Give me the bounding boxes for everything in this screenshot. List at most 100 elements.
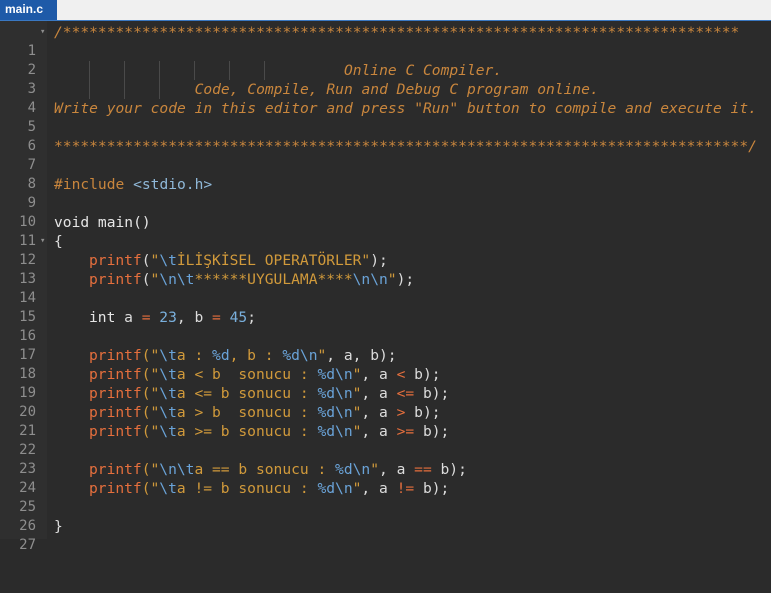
escape-sequence: \t (159, 423, 177, 440)
function-name: printf (89, 347, 142, 364)
code-line: 17 (0, 327, 771, 363)
tab-bar: main.c (0, 0, 771, 21)
type-keyword: int (89, 309, 116, 326)
escape-sequence: \n (299, 347, 318, 364)
printf-statement: printf("\tİLİŞKİSEL OPERATÖRLER"); (89, 251, 388, 270)
comment-text: Online C Compiler. (54, 62, 503, 79)
string-literal: ******UYGULAMA**** (194, 271, 353, 288)
paren-quote: (" (141, 366, 160, 383)
code-line: 14 printf("\n\t******UYGULAMA****\n\n"); (0, 270, 771, 306)
format-specifier: %d (317, 480, 336, 497)
function-name: printf (89, 271, 142, 288)
arguments: , a (361, 366, 397, 383)
escape-sequence: \t (159, 347, 177, 364)
escape-sequence: \t (159, 252, 177, 269)
arguments: , a (361, 404, 397, 421)
identifier: a (115, 309, 142, 326)
operator: = (212, 309, 221, 326)
arguments: , a (361, 385, 397, 402)
arguments: b); (431, 461, 467, 478)
escape-sequence: \n (335, 480, 353, 497)
code-line: 11 void main() (0, 213, 771, 249)
code-line: 9 #include <stdio.h> (0, 175, 771, 211)
printf-statement: printf("\ta <= b sonucu : %d\n", a <= b)… (89, 384, 449, 403)
escape-sequence: \t (159, 385, 177, 402)
quote: " (387, 271, 397, 288)
format-specifier: %d (212, 347, 230, 364)
string-literal: a >= b sonucu : (176, 423, 318, 440)
printf-statement: printf("\ta != b sonucu : %d\n", a != b)… (89, 479, 449, 498)
format-specifier: %d (317, 423, 336, 440)
paren: ( (141, 252, 151, 269)
string-literal: a == b sonucu : (194, 461, 336, 478)
identifier: , b (176, 309, 213, 326)
arguments: , a (361, 480, 397, 497)
escape-sequence: \n (352, 461, 371, 478)
code-line: 2 (0, 42, 771, 78)
code-line: 21 printf("\ta > b sonucu : %d\n", a > b… (0, 403, 771, 439)
include-statement: #include <stdio.h> (54, 175, 212, 194)
format-specifier: %d (317, 404, 336, 421)
arguments: b); (414, 423, 450, 440)
quote: " (150, 252, 160, 269)
code-line: 25 printf("\ta != b sonucu : %d\n", a !=… (0, 479, 771, 515)
comment-text: ****************************************… (54, 138, 757, 155)
code-line: 3 Online C Compiler. (0, 61, 771, 97)
operator: >= (396, 423, 415, 440)
code-line: 1 ▾ /***********************************… (0, 23, 771, 59)
paren: ( (141, 271, 151, 288)
operator: != (396, 480, 415, 497)
code-line: 26 (0, 498, 771, 534)
code-line: 8 (0, 156, 771, 192)
operator: == (414, 461, 432, 478)
escape-sequence: \n (335, 385, 353, 402)
string-literal: a <= b sonucu : (176, 385, 318, 402)
escape-sequence: \n\n (352, 271, 388, 288)
arguments: , a (361, 423, 397, 440)
comment-text: /***************************************… (54, 24, 740, 41)
printf-statement: printf("\n\t******UYGULAMA****\n\n"); (89, 270, 414, 289)
arguments: , a (379, 461, 415, 478)
arguments: b); (414, 385, 450, 402)
printf-statement: printf("\ta < b sonucu : %d\n", a < b); (89, 365, 441, 384)
paren-quote: (" (141, 385, 160, 402)
code-editor[interactable]: 1 ▾ /***********************************… (0, 21, 771, 553)
preprocessor-directive: #include (54, 176, 125, 193)
paren-quote: (" (141, 480, 160, 497)
arguments: b); (405, 404, 441, 421)
fold-arrow-icon[interactable]: ▾ (40, 23, 45, 42)
code-line: 23 (0, 441, 771, 477)
escape-sequence: \t (159, 480, 177, 497)
code-line: 6 (0, 118, 771, 154)
format-specifier: %d (282, 347, 300, 364)
paren-quote: (" (141, 423, 160, 440)
function-name: printf (89, 404, 142, 421)
format-specifier: %d (317, 385, 336, 402)
function-name: printf (89, 252, 142, 269)
operator: <= (396, 385, 415, 402)
paren-quote: (" (141, 347, 160, 364)
function-name: printf (89, 366, 142, 383)
number-literal: 23 (150, 309, 177, 326)
string-literal: İLİŞKİSEL OPERATÖRLER (176, 252, 362, 269)
operator: = (141, 309, 151, 326)
escape-sequence: \n\t (159, 461, 195, 478)
escape-sequence: \n\t (159, 271, 195, 288)
paren: ); (396, 271, 415, 288)
code-line: 16 int a = 23, b = 45; (0, 308, 771, 344)
paren-quote: (" (141, 461, 160, 478)
arguments: b); (405, 366, 441, 383)
number-literal: 45 (220, 309, 248, 326)
code-line: 15 (0, 289, 771, 325)
format-specifier: %d (335, 461, 353, 478)
code-line: 27 } (0, 517, 771, 553)
fold-arrow-icon[interactable]: ▾ (40, 232, 45, 251)
printf-statement: printf("\ta >= b sonucu : %d\n", a >= b)… (89, 422, 449, 441)
function-signature: void main() (54, 214, 151, 231)
arguments: b); (414, 480, 450, 497)
code-line: 22 printf("\ta >= b sonucu : %d\n", a >=… (0, 422, 771, 458)
format-specifier: %d (317, 366, 336, 383)
code-line: 10 (0, 194, 771, 230)
escape-sequence: \n (335, 423, 353, 440)
tab-main-c[interactable]: main.c (0, 0, 57, 20)
